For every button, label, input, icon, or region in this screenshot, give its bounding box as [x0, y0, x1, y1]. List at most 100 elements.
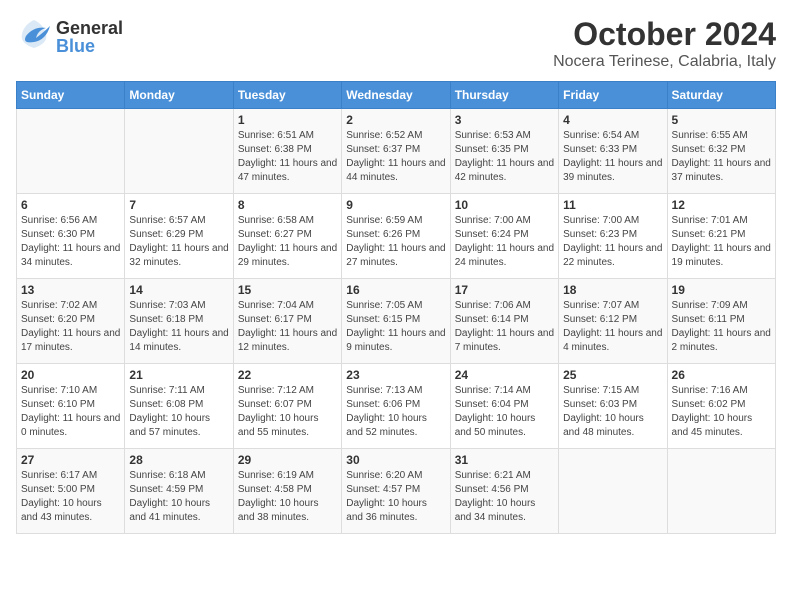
day-number-3: 3 [455, 113, 554, 127]
cell-info-0-4: Sunrise: 6:53 AM Sunset: 6:35 PM Dayligh… [455, 129, 554, 185]
header-thursday: Thursday [450, 82, 558, 109]
page-header: General Blue October 2024 Nocera Terines… [16, 16, 776, 71]
day-number-28: 28 [129, 453, 228, 467]
week-row-3: 20Sunrise: 7:10 AM Sunset: 6:10 PM Dayli… [17, 364, 776, 449]
cell-0-3: 2 Sunrise: 6:52 AM Sunset: 6:37 PM Daylig… [342, 109, 450, 194]
cell-info-1-4: Sunrise: 7:00 AM Sunset: 6:24 PM Dayligh… [455, 214, 554, 270]
day-number-8: 8 [238, 198, 337, 212]
day-number-9: 9 [346, 198, 445, 212]
week-row-4: 27 Sunrise: 6:17 AM Sunset: 5:00 PM Dayli… [17, 449, 776, 534]
day-number-18: 18 [563, 283, 662, 297]
cell-0-1 [125, 109, 233, 194]
day-number-7: 7 [129, 198, 228, 212]
cell-1-5: 11Sunrise: 7:00 AM Sunset: 6:23 PM Dayli… [559, 194, 667, 279]
cell-info-2-2: Sunrise: 7:04 AM Sunset: 6:17 PM Dayligh… [238, 299, 337, 355]
cell-3-3: 23 Sunrise: 7:13 AM Sunset: 6:06 PM Dayli… [342, 364, 450, 449]
cell-0-0 [17, 109, 125, 194]
cell-3-4: 24 Sunrise: 7:14 AM Sunset: 6:04 PM Dayli… [450, 364, 558, 449]
calendar-table: Sunday Monday Tuesday Wednesday Thursday… [16, 81, 776, 534]
cell-0-4: 3 Sunrise: 6:53 AM Sunset: 6:35 PM Daylig… [450, 109, 558, 194]
cell-info-3-5: Sunrise: 7:15 AM Sunset: 6:03 PM Dayligh… [563, 384, 662, 440]
week-row-2: 13 Sunrise: 7:02 AM Sunset: 6:20 PM Dayli… [17, 279, 776, 364]
cell-info-3-4: Sunrise: 7:14 AM Sunset: 6:04 PM Dayligh… [455, 384, 554, 440]
cell-info-0-6: Sunrise: 6:55 AM Sunset: 6:32 PM Dayligh… [672, 129, 771, 185]
cell-1-2: 8 Sunrise: 6:58 AM Sunset: 6:27 PM Daylig… [233, 194, 341, 279]
day-number-30: 30 [346, 453, 445, 467]
cell-4-1: 28 Sunrise: 6:18 AM Sunset: 4:59 PM Dayli… [125, 449, 233, 534]
cell-info-3-1: Sunrise: 7:11 AM Sunset: 6:08 PM Dayligh… [129, 384, 228, 440]
calendar-header-row: Sunday Monday Tuesday Wednesday Thursday… [17, 82, 776, 109]
header-tuesday: Tuesday [233, 82, 341, 109]
cell-1-4: 10 Sunrise: 7:00 AM Sunset: 6:24 PM Dayli… [450, 194, 558, 279]
cell-info-1-1: Sunrise: 6:57 AM Sunset: 6:29 PM Dayligh… [129, 214, 228, 270]
cell-info-2-6: Sunrise: 7:09 AM Sunset: 6:11 PM Dayligh… [672, 299, 771, 355]
cell-info-1-5: Sunrise: 7:00 AM Sunset: 6:23 PM Dayligh… [563, 214, 662, 270]
day-number-22: 22 [238, 368, 337, 382]
header-wednesday: Wednesday [342, 82, 450, 109]
logo-blue-text: Blue [56, 37, 123, 55]
day-number-31: 31 [455, 453, 554, 467]
week-row-0: 1 Sunrise: 6:51 AM Sunset: 6:38 PM Daylig… [17, 109, 776, 194]
cell-3-2: 22 Sunrise: 7:12 AM Sunset: 6:07 PM Dayli… [233, 364, 341, 449]
day-number-2: 2 [346, 113, 445, 127]
cell-4-6 [667, 449, 775, 534]
header-sunday: Sunday [17, 82, 125, 109]
cell-info-3-6: Sunrise: 7:16 AM Sunset: 6:02 PM Dayligh… [672, 384, 771, 440]
day-number-17: 17 [455, 283, 554, 297]
cell-info-4-3: Sunrise: 6:20 AM Sunset: 4:57 PM Dayligh… [346, 469, 445, 525]
logo: General Blue [16, 16, 123, 57]
week-row-1: 6Sunrise: 6:56 AM Sunset: 6:30 PM Daylig… [17, 194, 776, 279]
header-friday: Friday [559, 82, 667, 109]
cell-info-2-0: Sunrise: 7:02 AM Sunset: 6:20 PM Dayligh… [21, 299, 120, 355]
month-title: October 2024 [553, 16, 776, 53]
day-number-24: 24 [455, 368, 554, 382]
cell-info-3-2: Sunrise: 7:12 AM Sunset: 6:07 PM Dayligh… [238, 384, 337, 440]
cell-info-1-6: Sunrise: 7:01 AM Sunset: 6:21 PM Dayligh… [672, 214, 771, 270]
cell-info-1-3: Sunrise: 6:59 AM Sunset: 6:26 PM Dayligh… [346, 214, 445, 270]
cell-info-2-4: Sunrise: 7:06 AM Sunset: 6:14 PM Dayligh… [455, 299, 554, 355]
day-number-4: 4 [563, 113, 662, 127]
day-number-26: 26 [672, 368, 771, 382]
cell-info-1-2: Sunrise: 6:58 AM Sunset: 6:27 PM Dayligh… [238, 214, 337, 270]
day-number-16: 16 [346, 283, 445, 297]
day-number-25: 25 [563, 368, 662, 382]
cell-2-2: 15 Sunrise: 7:04 AM Sunset: 6:17 PM Dayli… [233, 279, 341, 364]
cell-info-0-3: Sunrise: 6:52 AM Sunset: 6:37 PM Dayligh… [346, 129, 445, 185]
cell-2-5: 18 Sunrise: 7:07 AM Sunset: 6:12 PM Dayli… [559, 279, 667, 364]
cell-4-0: 27 Sunrise: 6:17 AM Sunset: 5:00 PM Dayli… [17, 449, 125, 534]
day-number-19: 19 [672, 283, 771, 297]
day-number-15: 15 [238, 283, 337, 297]
cell-2-0: 13 Sunrise: 7:02 AM Sunset: 6:20 PM Dayli… [17, 279, 125, 364]
cell-2-3: 16Sunrise: 7:05 AM Sunset: 6:15 PM Dayli… [342, 279, 450, 364]
day-number-27: 27 [21, 453, 120, 467]
cell-info-3-3: Sunrise: 7:13 AM Sunset: 6:06 PM Dayligh… [346, 384, 445, 440]
cell-3-6: 26 Sunrise: 7:16 AM Sunset: 6:02 PM Dayli… [667, 364, 775, 449]
header-monday: Monday [125, 82, 233, 109]
cell-info-2-5: Sunrise: 7:07 AM Sunset: 6:12 PM Dayligh… [563, 299, 662, 355]
day-number-14: 14 [129, 283, 228, 297]
title-area: October 2024 Nocera Terinese, Calabria, … [553, 16, 776, 71]
day-number-6: 6 [21, 198, 120, 212]
cell-info-4-1: Sunrise: 6:18 AM Sunset: 4:59 PM Dayligh… [129, 469, 228, 525]
day-number-10: 10 [455, 198, 554, 212]
day-number-29: 29 [238, 453, 337, 467]
cell-3-1: 21 Sunrise: 7:11 AM Sunset: 6:08 PM Dayli… [125, 364, 233, 449]
cell-0-5: 4 Sunrise: 6:54 AM Sunset: 6:33 PM Daylig… [559, 109, 667, 194]
day-number-12: 12 [672, 198, 771, 212]
cell-info-4-0: Sunrise: 6:17 AM Sunset: 5:00 PM Dayligh… [21, 469, 120, 525]
cell-info-0-5: Sunrise: 6:54 AM Sunset: 6:33 PM Dayligh… [563, 129, 662, 185]
day-number-13: 13 [21, 283, 120, 297]
day-number-21: 21 [129, 368, 228, 382]
cell-2-6: 19 Sunrise: 7:09 AM Sunset: 6:11 PM Dayli… [667, 279, 775, 364]
day-number-23: 23 [346, 368, 445, 382]
cell-info-0-2: Sunrise: 6:51 AM Sunset: 6:38 PM Dayligh… [238, 129, 337, 185]
cell-4-4: 31Sunrise: 6:21 AM Sunset: 4:56 PM Dayli… [450, 449, 558, 534]
logo-text: General Blue [56, 19, 123, 55]
cell-4-2: 29Sunrise: 6:19 AM Sunset: 4:58 PM Dayli… [233, 449, 341, 534]
cell-4-3: 30 Sunrise: 6:20 AM Sunset: 4:57 PM Dayli… [342, 449, 450, 534]
cell-info-3-0: Sunrise: 7:10 AM Sunset: 6:10 PM Dayligh… [21, 384, 120, 440]
cell-1-0: 6Sunrise: 6:56 AM Sunset: 6:30 PM Daylig… [17, 194, 125, 279]
cell-3-0: 20Sunrise: 7:10 AM Sunset: 6:10 PM Dayli… [17, 364, 125, 449]
cell-4-5 [559, 449, 667, 534]
day-number-1: 1 [238, 113, 337, 127]
